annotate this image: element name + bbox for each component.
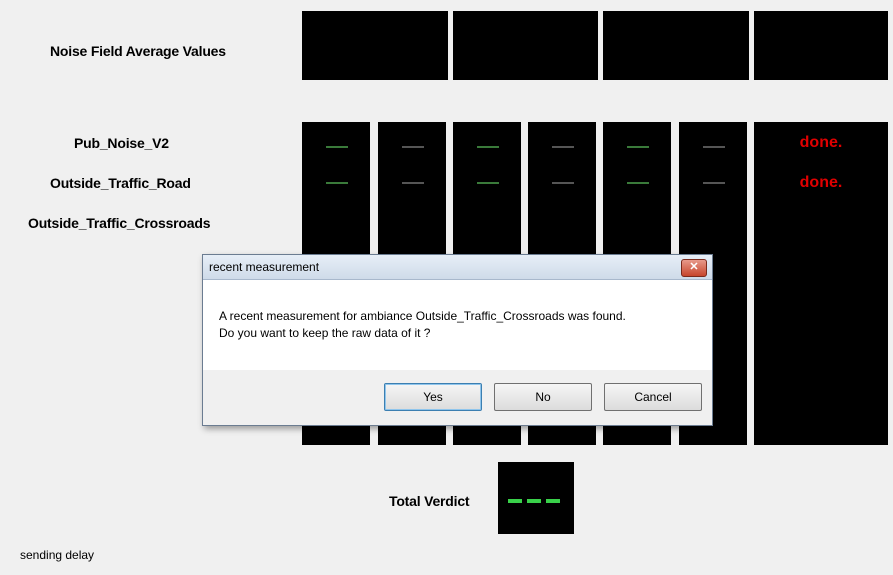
- row1-dash: [627, 146, 649, 148]
- header-block-3: [603, 11, 749, 80]
- row2-dash: [326, 182, 348, 184]
- row2-dash: [703, 182, 725, 184]
- verdict-dash-1: [508, 499, 522, 503]
- row2-dash: [477, 182, 499, 184]
- row2-dash: [552, 182, 574, 184]
- row-label-traffic-crossroads: Outside_Traffic_Crossroads: [28, 215, 211, 231]
- dialog-message-area: A recent measurement for ambiance Outsid…: [203, 280, 712, 370]
- row2-dash: [402, 182, 424, 184]
- row1-dash: [402, 146, 424, 148]
- dialog-message-line-2: Do you want to keep the raw data of it ?: [219, 326, 431, 340]
- row2-dash: [627, 182, 649, 184]
- row2-status: done.: [799, 174, 843, 191]
- verdict-dash-3: [546, 499, 560, 503]
- recent-measurement-dialog: recent measurement ✕ A recent measuremen…: [202, 254, 713, 426]
- row1-dash: [477, 146, 499, 148]
- row-label-pub-noise: Pub_Noise_V2: [74, 135, 169, 151]
- yes-button[interactable]: Yes: [384, 383, 482, 411]
- dialog-titlebar[interactable]: recent measurement ✕: [203, 255, 712, 280]
- header-block-1: [302, 11, 448, 80]
- dialog-title: recent measurement: [209, 260, 320, 274]
- status-column: done. done.: [754, 122, 888, 445]
- dialog-message: A recent measurement for ambiance Outsid…: [219, 308, 626, 342]
- header-block-4: [754, 11, 888, 80]
- close-button[interactable]: ✕: [681, 259, 707, 277]
- verdict-dash-2: [527, 499, 541, 503]
- total-verdict-box: [498, 462, 574, 534]
- header-block-2: [453, 11, 598, 80]
- row-label-traffic-road: Outside_Traffic_Road: [50, 175, 191, 191]
- total-verdict-label: Total Verdict: [389, 493, 470, 509]
- row1-dash: [326, 146, 348, 148]
- no-button[interactable]: No: [494, 383, 592, 411]
- dialog-message-line-1: A recent measurement for ambiance Outsid…: [219, 309, 626, 323]
- row1-dash: [552, 146, 574, 148]
- status-bar-text: sending delay: [20, 548, 95, 562]
- cancel-button[interactable]: Cancel: [604, 383, 702, 411]
- row1-status: done.: [799, 134, 843, 151]
- header-label: Noise Field Average Values: [50, 43, 226, 59]
- close-icon: ✕: [689, 261, 699, 273]
- row1-dash: [703, 146, 725, 148]
